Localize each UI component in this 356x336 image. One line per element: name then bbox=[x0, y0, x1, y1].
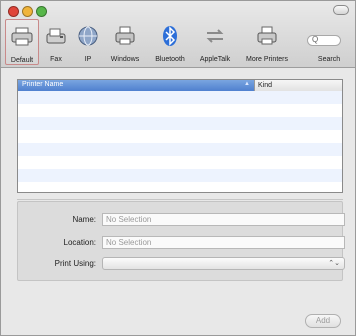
list-row bbox=[18, 130, 342, 143]
windows-printer-icon bbox=[114, 25, 136, 52]
zoom-button[interactable] bbox=[36, 6, 47, 17]
toolbar-more-printers-label: More Printers bbox=[245, 56, 288, 63]
toolbar-windows-label: Windows bbox=[110, 56, 140, 63]
location-field[interactable]: No Selection bbox=[102, 236, 345, 249]
toolbar-bluetooth[interactable]: Bluetooth bbox=[149, 19, 191, 65]
bluetooth-icon bbox=[161, 25, 179, 52]
toolbar-ip[interactable]: IP bbox=[73, 19, 103, 65]
name-field[interactable]: No Selection bbox=[102, 213, 345, 226]
chevron-updown-icon: ⌃⌄ bbox=[328, 260, 340, 267]
list-row bbox=[18, 117, 342, 130]
list-row bbox=[18, 91, 342, 104]
separator bbox=[17, 199, 343, 200]
location-label: Location: bbox=[63, 238, 96, 247]
toolbar-default-label: Default bbox=[10, 57, 34, 64]
minimize-button[interactable] bbox=[22, 6, 33, 17]
toolbar-default[interactable]: Default bbox=[5, 19, 39, 65]
toolbar: Default Fax IP Windows Bluetooth AppleTa… bbox=[1, 1, 355, 68]
list-row bbox=[18, 156, 342, 169]
toolbar-search-label: Search bbox=[317, 56, 341, 63]
list-row bbox=[18, 104, 342, 117]
toolbar-appletalk[interactable]: AppleTalk bbox=[193, 19, 237, 65]
globe-icon bbox=[77, 25, 99, 52]
toolbar-search: Search bbox=[309, 19, 349, 65]
column-printer-name[interactable]: Printer Name bbox=[22, 81, 63, 88]
printer-icon bbox=[11, 26, 33, 53]
toolbar-ip-label: IP bbox=[84, 56, 92, 63]
close-button[interactable] bbox=[8, 6, 19, 17]
fax-icon bbox=[45, 25, 67, 52]
toolbar-more-printers[interactable]: More Printers bbox=[239, 19, 295, 65]
list-row bbox=[18, 143, 342, 156]
print-using-label: Print Using: bbox=[54, 259, 96, 268]
toolbar-toggle-button[interactable] bbox=[333, 5, 349, 15]
add-button[interactable]: Add bbox=[305, 314, 341, 328]
toolbar-fax-label: Fax bbox=[50, 56, 62, 63]
toolbar-bluetooth-label: Bluetooth bbox=[155, 56, 185, 63]
toolbar-windows[interactable]: Windows bbox=[105, 19, 145, 65]
sort-arrow-icon: ▲ bbox=[244, 81, 250, 87]
list-row bbox=[18, 182, 342, 192]
toolbar-fax[interactable]: Fax bbox=[39, 19, 73, 65]
printer-list-header: Printer Name ▲ Kind bbox=[18, 80, 342, 91]
printer-list[interactable]: Printer Name ▲ Kind bbox=[17, 79, 343, 193]
more-printers-icon bbox=[256, 25, 278, 52]
print-using-select[interactable]: ⌃⌄ bbox=[102, 257, 345, 270]
toolbar-appletalk-label: AppleTalk bbox=[199, 56, 231, 63]
column-kind[interactable]: Kind bbox=[254, 80, 342, 91]
printer-list-rows bbox=[18, 91, 342, 192]
appletalk-icon bbox=[204, 25, 226, 52]
list-row bbox=[18, 169, 342, 182]
add-printer-window: Default Fax IP Windows Bluetooth AppleTa… bbox=[0, 0, 356, 336]
printer-details-panel: Name: No Selection Location: No Selectio… bbox=[17, 201, 345, 281]
name-label: Name: bbox=[72, 215, 96, 224]
